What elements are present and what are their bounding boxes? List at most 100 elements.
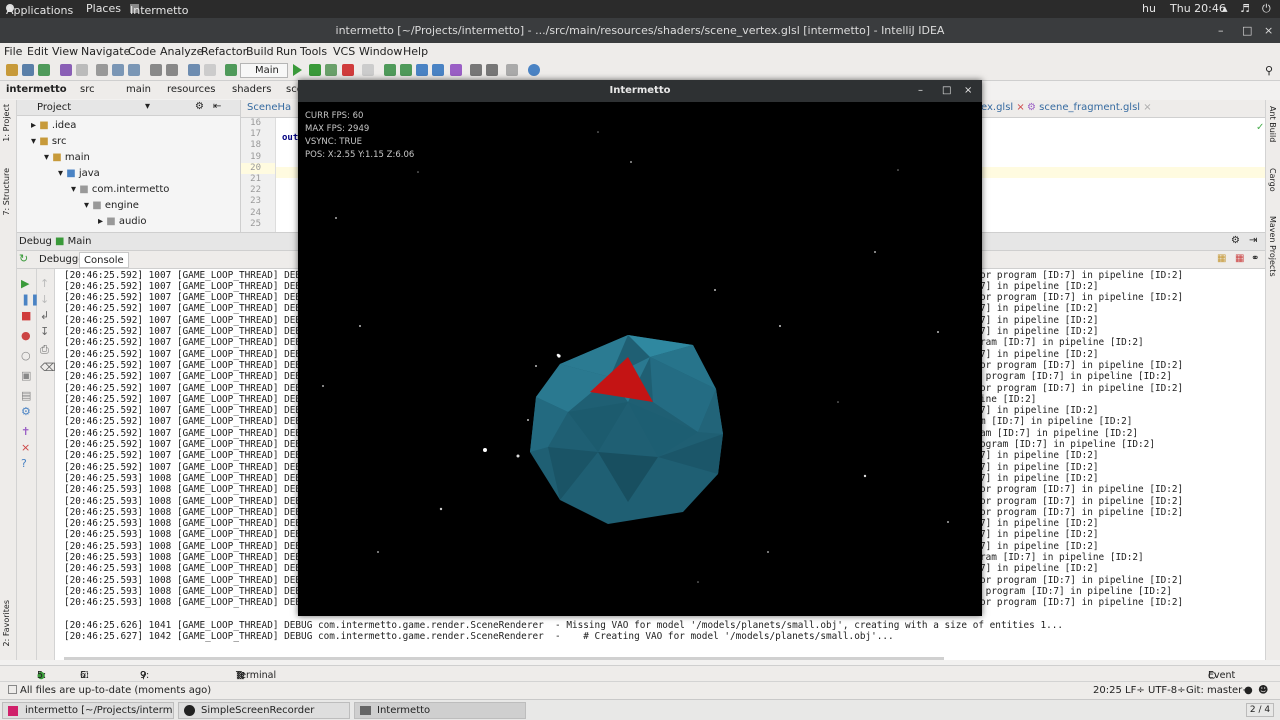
help-icon[interactable] [528,64,540,76]
vcs-commit-icon[interactable] [384,64,396,76]
pin-icon[interactable]: ✝ [21,425,30,438]
cut-icon[interactable] [96,64,108,76]
settings-icon[interactable] [470,64,482,76]
close-icon[interactable]: × [1264,18,1273,43]
crumb-project[interactable]: intermetto [6,84,67,95]
camera-icon[interactable]: ▣ [21,369,31,382]
redo-icon[interactable] [76,64,88,76]
vcs-history-icon[interactable] [416,64,428,76]
undo-icon[interactable] [60,64,72,76]
gear-icon[interactable]: ⚙ [1231,235,1240,246]
vcs-update-icon[interactable] [362,64,374,76]
find-icon[interactable] [150,64,162,76]
help-icon[interactable]: ? [21,457,27,470]
status-toggle-icon[interactable] [8,685,17,694]
tool-maven[interactable]: Maven Projects [1268,216,1277,277]
view-breakpoints-icon[interactable]: ● [21,329,31,342]
stop-icon[interactable]: ■ [21,309,31,322]
tool-ant-build[interactable]: Ant Build [1268,106,1277,142]
link-icon[interactable]: ⚭ [1251,253,1259,264]
clock[interactable]: Thu 20:46 [1170,2,1226,15]
tree-item-package[interactable]: ▾ ■ com.intermetto [71,184,169,195]
menu-build[interactable]: Build [246,45,274,58]
volume-icon[interactable]: ♬ [1240,2,1250,15]
gear-icon[interactable]: ⚙ [195,101,204,112]
taskbar-item-idea[interactable]: intermetto [~/Projects/intermetto] - ... [2,702,174,719]
up-icon[interactable]: ↑ [40,277,49,290]
forward-icon[interactable] [204,64,216,76]
git-branch[interactable]: Git: master÷ [1186,685,1251,696]
copy-icon[interactable] [112,64,124,76]
coverage-icon[interactable] [325,64,337,76]
settings-icon[interactable]: ▦ [1235,253,1244,264]
print-icon[interactable]: ⎙ [40,343,49,357]
gear-icon[interactable]: ⚙ [21,405,31,418]
menu-help[interactable]: Help [403,45,428,58]
game-window-titlebar[interactable]: Intermetto – □ × [298,80,982,102]
game-window[interactable]: Intermetto – □ × CURR FPS: 60 MAX FPS: 2… [298,80,982,616]
caret-position[interactable]: 20:25 [1093,685,1122,696]
run-icon[interactable] [293,64,302,76]
file-encoding[interactable]: UTF-8÷ [1148,685,1186,696]
menu-navigate[interactable]: Navigate [81,45,130,58]
tool-project[interactable]: 1: Project [2,104,11,142]
menu-code[interactable]: Code [128,45,156,58]
undo-vcs-icon[interactable] [450,64,462,76]
workspace-switcher[interactable]: 2 / 4 [1246,703,1274,717]
restore-layout-icon[interactable]: ▦ [1217,253,1226,264]
down-icon[interactable]: ↓ [40,293,49,306]
rerun-icon[interactable]: ↻ [19,252,28,265]
minimize-icon[interactable]: – [918,80,923,102]
menu-file[interactable]: File [4,45,22,58]
minimize-icon[interactable]: – [1218,18,1224,43]
locale-indicator[interactable]: hu [1142,2,1156,15]
tree-item-java[interactable]: ▾ ■ java [58,168,100,179]
line-separator[interactable]: LF÷ [1125,685,1145,696]
tree-item-src[interactable]: ▾ ■ src [31,136,66,147]
tool-cargo[interactable]: Cargo [1268,168,1277,192]
crumb-shaders[interactable]: shaders [232,84,272,95]
build-icon[interactable] [225,64,237,76]
game-viewport[interactable] [298,102,982,616]
inspector-icon[interactable]: ☻ [1258,685,1268,696]
tab-console[interactable]: Console [79,252,129,268]
network-icon[interactable]: ▴ [1222,2,1228,15]
debug-icon[interactable] [309,64,321,76]
close-tab-icon[interactable]: × [1143,102,1151,113]
maximize-icon[interactable]: □ [1242,18,1252,43]
run-config-select[interactable]: Main [240,63,288,78]
tab-scene-vertex[interactable]: ex.glsl × [981,102,1025,113]
clear-icon[interactable]: ⌫ [40,361,56,374]
open-icon[interactable] [6,64,18,76]
horizontal-scrollbar[interactable] [64,657,944,660]
back-icon[interactable] [188,64,200,76]
menu-refactor[interactable]: Refactor [201,45,247,58]
soft-wrap-icon[interactable]: ↲ [40,309,49,322]
project-panel-title[interactable]: Project [37,102,71,113]
menu-run[interactable]: Run [276,45,297,58]
tree-item-main[interactable]: ▾ ■ main [44,152,90,163]
sdk-icon[interactable] [506,64,518,76]
menu-window[interactable]: Window [359,45,402,58]
tab-scene-fragment[interactable]: ⚙ scene_fragment.glsl × [1027,102,1152,113]
crumb-src[interactable]: src [80,84,95,95]
vcs-compare-icon[interactable] [400,64,412,76]
save-icon[interactable] [22,64,34,76]
close-icon[interactable]: × [21,441,30,454]
menu-vcs[interactable]: VCS [333,45,355,58]
menu-view[interactable]: View [52,45,78,58]
layout-icon[interactable]: ▤ [21,389,31,402]
crumb-resources[interactable]: resources [167,84,215,95]
scroll-end-icon[interactable]: ↧ [40,325,49,338]
mute-breakpoints-icon[interactable]: ○ [21,349,31,362]
close-tab-icon[interactable]: × [1016,102,1024,113]
tool-favorites[interactable]: 2: Favorites [2,600,11,646]
close-icon[interactable]: × [964,80,972,102]
tree-item-idea[interactable]: ▸ ■ .idea [31,120,76,131]
maximize-icon[interactable]: □ [942,80,951,102]
lock-icon[interactable]: ● [1244,685,1253,696]
hide-icon[interactable]: ⇤ [213,101,221,112]
tool-structure[interactable]: 7: Structure [2,168,11,216]
menu-edit[interactable]: Edit [27,45,48,58]
tab-scenehandler[interactable]: SceneHa [247,102,291,113]
